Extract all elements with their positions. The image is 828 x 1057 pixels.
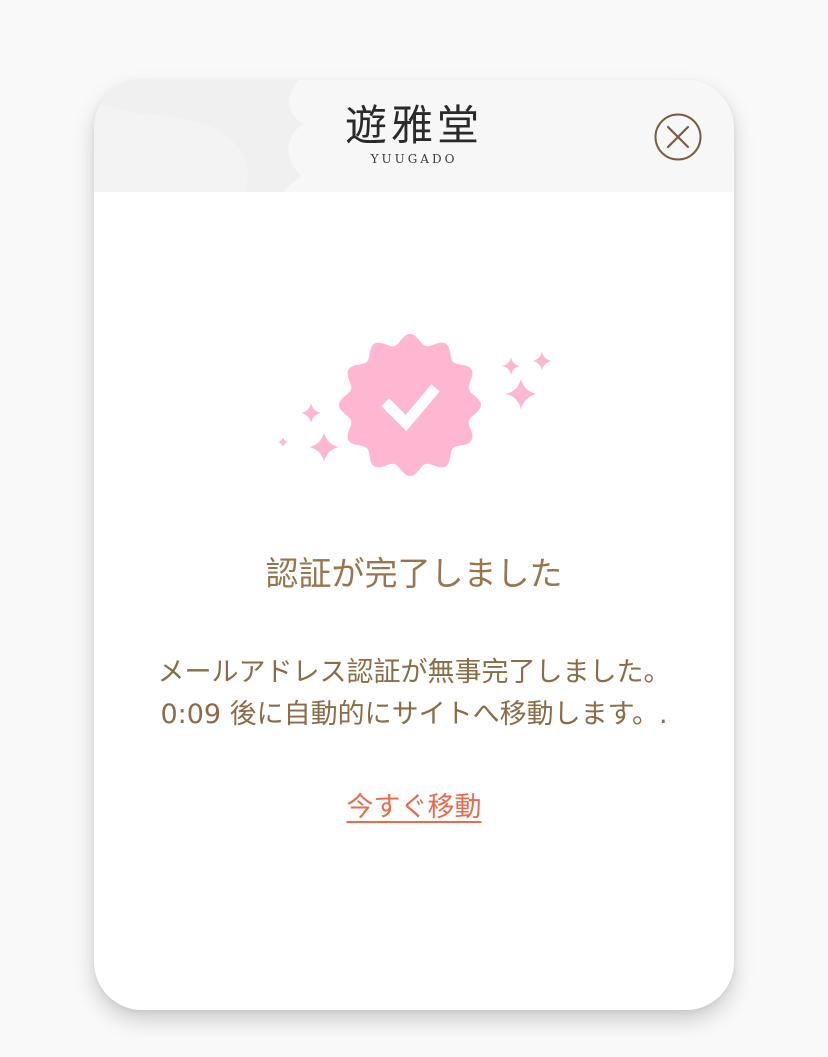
close-button[interactable] <box>654 113 702 161</box>
message-line-2: 0:09 後に自動的にサイトへ移動します。. <box>94 694 734 736</box>
verified-badge-check-icon <box>339 334 481 476</box>
status-message: メールアドレス認証が無事完了しました。 0:09 後に自動的にサイトへ移動します… <box>94 652 734 736</box>
message-line-1: メールアドレス認証が無事完了しました。 <box>157 657 671 688</box>
go-now-link[interactable]: 今すぐ移動 <box>347 792 482 823</box>
verification-dialog: 遊雅堂 YUUGADO 認証が完了しました メールアドレス認証が無事完了しました <box>94 80 734 1010</box>
countdown-timer: 0:09 <box>160 699 222 730</box>
dialog-header: 遊雅堂 YUUGADO <box>94 80 734 192</box>
page-title: 認証が完了しました <box>265 554 563 593</box>
message-line-2-text: 後に自動的にサイトへ移動します。. <box>221 699 668 730</box>
brand-logo[interactable]: 遊雅堂 YUUGADO <box>94 101 734 167</box>
logo-roman: YUUGADO <box>370 152 458 166</box>
go-now-container: 今すぐ移動 <box>94 788 734 828</box>
success-illustration <box>278 334 552 476</box>
close-circle-icon <box>654 113 702 161</box>
logo-kanji: 遊雅堂 <box>344 101 483 150</box>
